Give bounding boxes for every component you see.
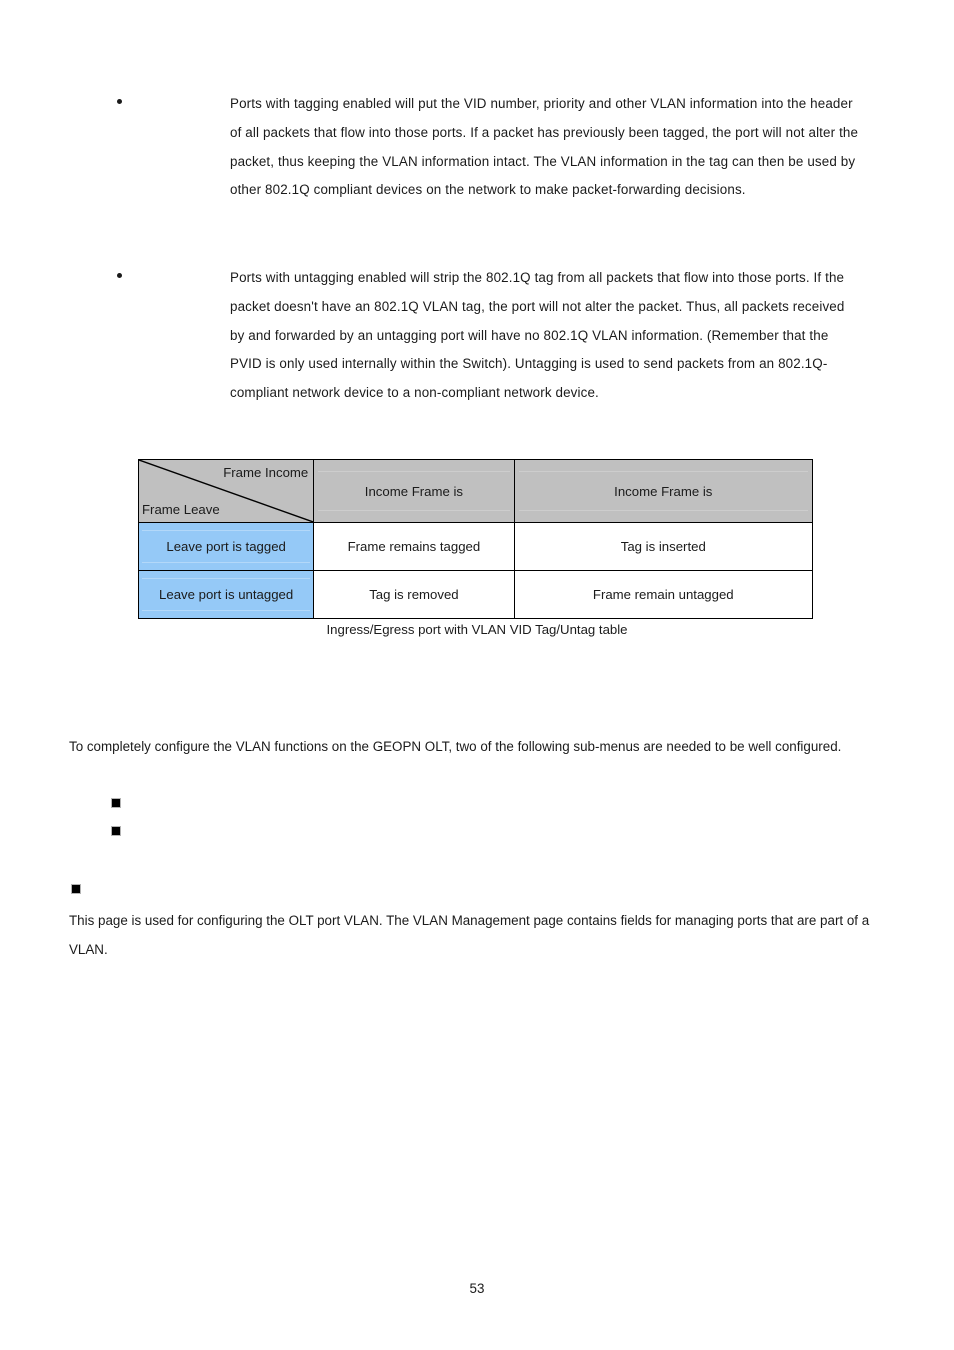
square-bullet-icon-section [72,885,80,893]
tag-untag-matrix-table: Frame Income Frame Leave Income Frame is… [137,459,814,619]
matrix-cell: Frame remains tagged [313,522,515,571]
bullet-text-untagging: Ports with untagging enabled will strip … [230,270,845,401]
matrix-cell: Frame remain untagged [513,570,814,619]
row-label-text: Leave port is tagged [166,539,286,554]
matrix-column-header-2: Income Frame is [513,459,814,523]
row-label-text: Leave port is untagged [159,587,294,602]
matrix-row-label-untagged: Leave port is untagged [137,570,315,619]
table-row: Leave port is untagged Tag is removed Fr… [137,570,814,619]
section-paragraph: This page is used for configuring the OL… [69,913,870,957]
scan-line [142,530,311,531]
bullet-dot-icon [117,273,122,278]
scan-line [318,510,510,511]
scan-line [518,471,808,472]
bullet-row: Ports with untagging enabled will strip … [0,264,954,408]
matrix-column-header-1: Income Frame is [313,459,515,523]
matrix-row-label-tagged: Leave port is tagged [137,522,315,571]
scan-line [142,578,311,579]
bullet-dot-icon [117,99,122,104]
scan-line [142,610,311,611]
column-header-label: Income Frame is [614,483,713,499]
bullet-text-tagging: Ports with tagging enabled will put the … [230,96,859,198]
matrix-cell: Tag is removed [313,570,515,619]
corner-label-frame-leave: Frame Leave [142,501,220,517]
document-page: Ports with tagging enabled will put the … [0,0,954,1350]
matrix: Frame Income Frame Leave Income Frame is… [137,459,814,619]
scan-line [518,510,808,511]
scan-line [142,562,311,563]
column-header-label: Income Frame is [364,483,463,499]
matrix-cell: Tag is inserted [513,522,814,571]
bullet-item-tagging: Ports with tagging enabled will put the … [0,90,954,205]
bullet-item-untagging: Ports with untagging enabled will strip … [0,264,954,408]
bullet-row: Ports with tagging enabled will put the … [0,90,954,205]
matrix-corner-cell: Frame Income Frame Leave [137,459,315,523]
scan-line [318,471,510,472]
page-number: 53 [469,1281,485,1296]
square-bullet-icon-submenu-2 [112,827,120,835]
corner-label-frame-income: Frame Income [223,465,309,480]
intro-paragraph: To completely configure the VLAN functio… [69,739,842,754]
table-caption: Ingress/Egress port with VLAN VID Tag/Un… [326,622,628,637]
table-row: Leave port is tagged Frame remains tagge… [137,522,814,571]
matrix-header-row: Frame Income Frame Leave Income Frame is… [137,459,814,523]
square-bullet-icon-submenu-1 [112,799,120,807]
